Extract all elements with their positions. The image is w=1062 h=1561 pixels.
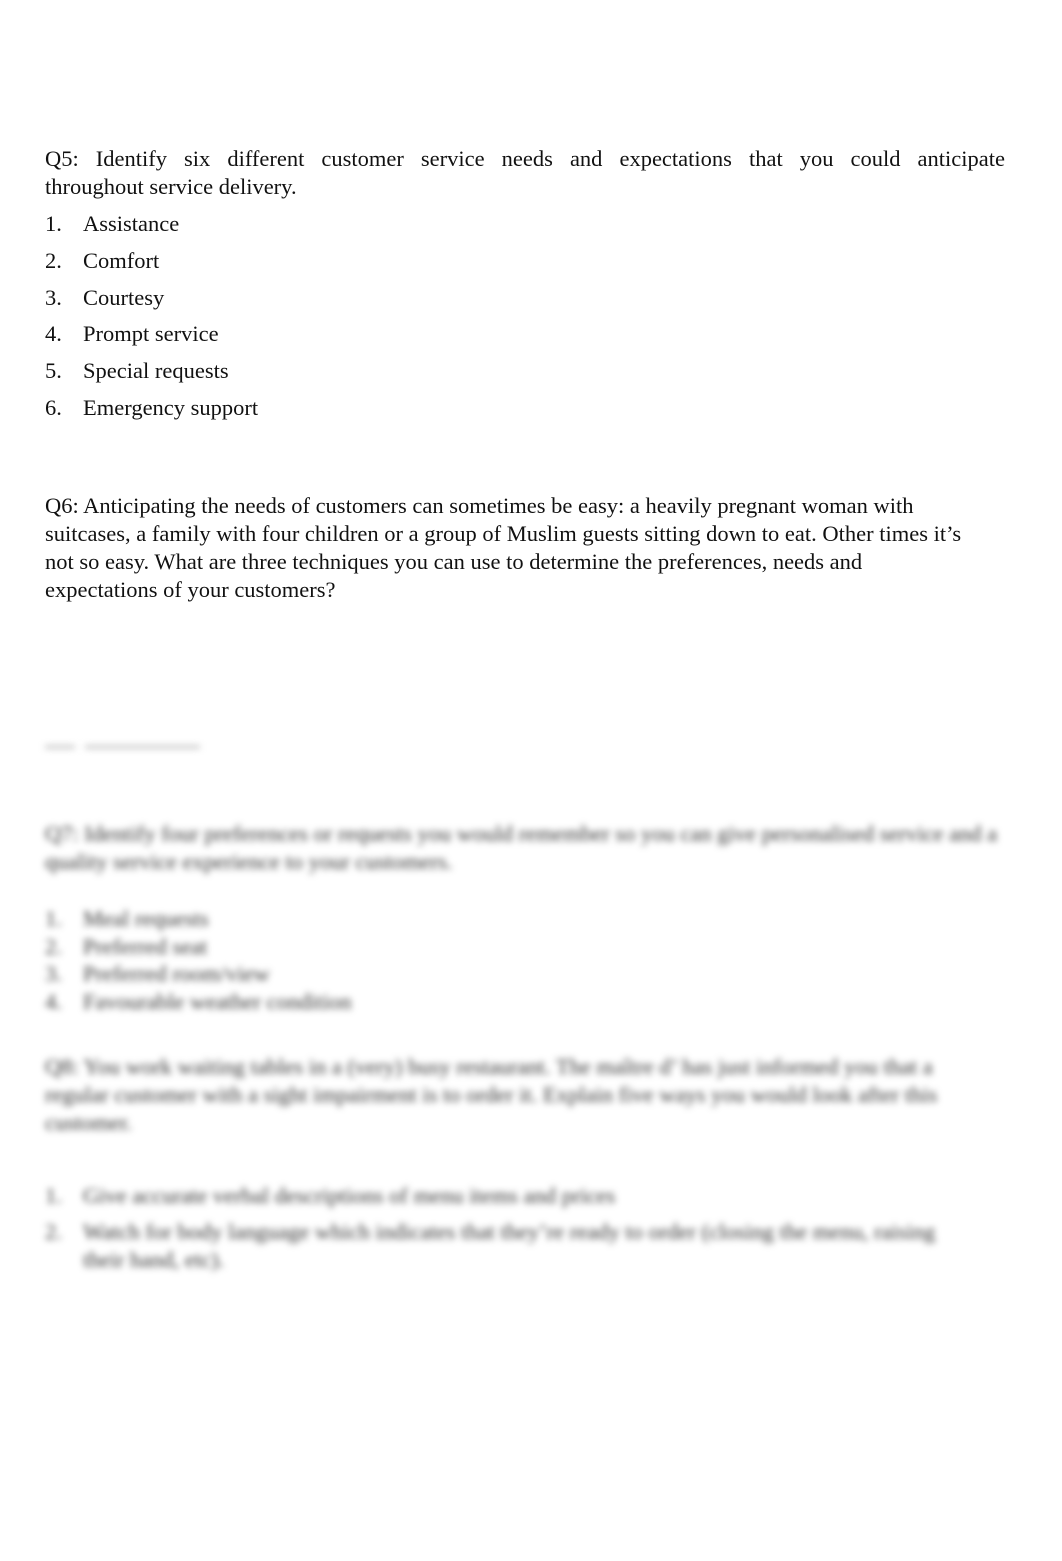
list-number: 5. (45, 358, 62, 384)
list-text: Comfort (83, 247, 160, 273)
question-7-blurred: Q7: Identify four preferences or request… (45, 821, 998, 874)
list-number: 6. (45, 394, 62, 420)
list-text: Prompt service (83, 321, 219, 347)
question-5: Q5: Identify six different customer serv… (45, 145, 1005, 201)
list-number: 1. (45, 211, 62, 236)
list-text: Give accurate verbal descriptions of men… (83, 1183, 616, 1208)
list-number: 2. (45, 1219, 62, 1244)
list-text: Assistance (83, 211, 180, 236)
list-text: Meal requests (83, 906, 209, 931)
list-text: Courtesy (83, 284, 165, 310)
blurred-divider (45, 746, 200, 748)
list-number: 3. (45, 284, 62, 310)
list-text: Emergency support (83, 394, 259, 420)
list-text: Preferred seat (83, 933, 208, 959)
list-number: 1. (45, 906, 62, 931)
list-text: Favourable weather condition (83, 988, 352, 1014)
list-number: 3. (45, 961, 62, 986)
list-text: Special requests (83, 358, 229, 384)
list-text: Preferred room/view (83, 961, 270, 986)
list-number: 2. (45, 933, 62, 959)
list-number: 1. (45, 1183, 62, 1208)
list-number: 4. (45, 988, 62, 1014)
list-number: 4. (45, 321, 62, 347)
question-8-blurred: Q8: You work waiting tables in a (very) … (45, 1054, 938, 1135)
list-text: Watch for body language which indicates … (83, 1219, 936, 1272)
question-5-line-1: Q5: Identify six different customer serv… (45, 146, 1005, 171)
question-5-line-2: throughout service delivery. (45, 174, 297, 199)
list-number: 2. (45, 247, 62, 273)
question-6: Q6: Anticipating the needs of customers … (45, 493, 962, 602)
